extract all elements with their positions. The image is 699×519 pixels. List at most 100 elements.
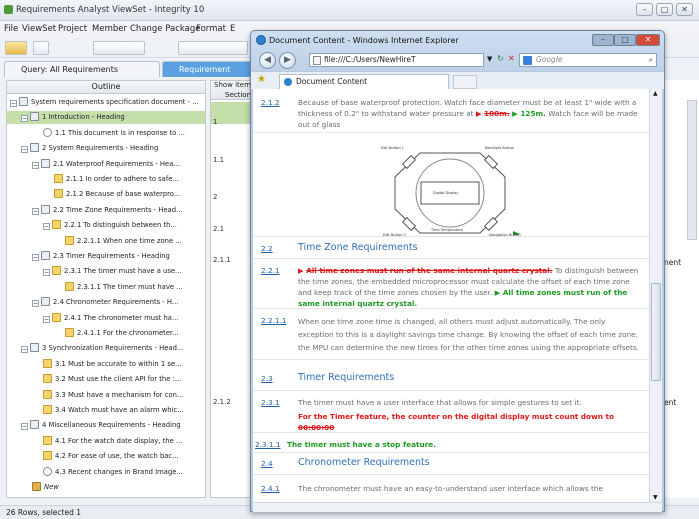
outline-item[interactable]: − 4 Miscellaneous Requirements - Heading	[7, 419, 205, 432]
outline-item[interactable]: 3.1 Must be accurate to within 1 se...	[7, 358, 205, 371]
outline-item[interactable]: 4.3 Recent changes in Brand Image...	[7, 466, 205, 479]
section-number[interactable]: 2.3	[261, 373, 273, 384]
ie-close-button[interactable]: ✕	[636, 34, 660, 46]
refresh-icon[interactable]: ↻	[497, 54, 504, 63]
outline-item[interactable]: − System requirements specification docum…	[7, 96, 205, 109]
ie-minimize-button[interactable]: –	[592, 34, 614, 46]
doc-icon	[19, 97, 28, 106]
new-tab-button[interactable]	[453, 75, 477, 89]
expand-toggle-icon[interactable]: −	[32, 300, 39, 308]
expand-toggle-icon[interactable]: −	[32, 161, 39, 169]
outline-item[interactable]: New	[7, 481, 205, 494]
outline-item[interactable]: 2.2.1.1 When one time zone ...	[7, 235, 205, 248]
grid-cell: 2.1	[213, 225, 225, 233]
menu-project[interactable]: Project	[58, 24, 87, 34]
req-number[interactable]: 2.3.1	[261, 397, 280, 408]
outline-item[interactable]: − 2 System Requirements - Heading	[7, 142, 205, 155]
expand-toggle-icon[interactable]: −	[21, 423, 28, 431]
back-icon[interactable]: ◀	[259, 52, 276, 69]
outline-item[interactable]: − 2.3.1 The timer must have a use...	[7, 265, 205, 278]
grid-section-column[interactable]: 1 1.1 2 2.1 2.1.1 2.1.2	[210, 100, 254, 498]
menu-viewset[interactable]: ViewSet	[22, 24, 56, 34]
toolbar-format-icon[interactable]	[178, 41, 248, 55]
tab-query[interactable]: Query: All Requirements Documents ✕	[4, 61, 160, 89]
ie-vertical-scrollbar[interactable]: ▲ ▼	[649, 89, 662, 502]
scroll-down-icon[interactable]: ▼	[653, 494, 658, 501]
outline-item[interactable]: − 3 Synchronization Requirements - Head..…	[7, 342, 205, 355]
outline-item[interactable]: 2.4.1.1 For the chronometer...	[7, 327, 205, 340]
expand-toggle-icon[interactable]: −	[21, 146, 28, 154]
app-icon	[4, 5, 13, 14]
section-number[interactable]: 2.4	[261, 458, 273, 469]
outline-header[interactable]: Outline	[6, 80, 206, 94]
grid-scrollbar[interactable]	[687, 100, 697, 240]
req-text: ▶ All time zones must run of the same in…	[298, 266, 639, 308]
outline-item[interactable]: − 2.4.1 The chronometer must ha...	[7, 312, 205, 325]
ie-maximize-button[interactable]: □	[614, 34, 636, 46]
scroll-up-icon[interactable]: ▲	[653, 90, 658, 97]
outline-item[interactable]: − 2.2.1 To distinguish between th...	[7, 219, 205, 232]
search-icon[interactable]: ⌕	[649, 54, 653, 66]
stop-icon[interactable]: ✕	[508, 54, 515, 63]
minimize-button[interactable]: –	[636, 3, 653, 16]
outline-item[interactable]: 3.3 Must have a mechanism for con...	[7, 389, 205, 402]
outline-item[interactable]: 3.4 Watch must have an alarm whic...	[7, 404, 205, 417]
req-number[interactable]: 2.2.1.1	[261, 315, 287, 326]
url-input[interactable]: file:///C:/Users/NewHireT	[309, 53, 484, 67]
outline-tree[interactable]: − System requirements specification docum…	[6, 94, 206, 498]
outline-item-label: 4.3 Recent changes in Brand Image...	[55, 467, 183, 476]
outline-item[interactable]: 1.1 This document is in response to ...	[7, 127, 205, 140]
favorites-star-icon[interactable]: ★	[257, 74, 266, 85]
outline-item[interactable]: 4.2 For ease of use, the watch bac...	[7, 450, 205, 463]
outline-item[interactable]: 2.1.1 In order to adhere to safe...	[7, 173, 205, 186]
outline-item[interactable]: 2.3.1.1 The timer must have ...	[7, 281, 205, 294]
expand-toggle-icon[interactable]: −	[43, 223, 50, 231]
expand-toggle-icon[interactable]: −	[32, 207, 39, 215]
section-2-4: 2.4 Chronometer Requirements	[253, 455, 649, 475]
toolbar-folder-icon[interactable]	[33, 41, 49, 55]
req-icon	[43, 451, 52, 461]
menu-file[interactable]: File	[4, 24, 18, 34]
dropdown-icon[interactable]: ▼	[487, 55, 492, 63]
toolbar-home-icon[interactable]	[5, 41, 27, 55]
expand-toggle-icon[interactable]: −	[21, 346, 28, 354]
section-number[interactable]: 2.2	[261, 243, 273, 254]
ie-tab-document-content[interactable]: Document Content	[279, 74, 449, 89]
menu-member[interactable]: Member	[92, 24, 127, 34]
menu-more[interactable]: E	[230, 24, 235, 34]
menu-change-package[interactable]: Change Package	[130, 24, 200, 34]
expand-toggle-icon[interactable]: −	[43, 315, 50, 323]
req-icon	[43, 405, 52, 414]
outline-item[interactable]: − 2.4 Chronometer Requirements - H...	[7, 296, 205, 309]
expand-toggle-icon[interactable]: −	[32, 254, 39, 261]
req-number[interactable]: 2.4.1	[261, 483, 280, 494]
grid-header[interactable]: Show item Section	[210, 80, 254, 100]
req-body: The timer must have a user interface tha…	[298, 398, 582, 407]
maximize-button[interactable]: □	[656, 3, 673, 16]
expand-toggle-icon[interactable]: −	[10, 100, 17, 107]
outline-item[interactable]: − 2.2 Time Zone Requirements - Head...	[7, 204, 205, 217]
close-button[interactable]: ✕	[676, 3, 693, 16]
outline-item[interactable]: − 1 Introduction - Heading	[7, 111, 205, 125]
outline-item[interactable]: 4.1 For the watch date display, the ...	[7, 435, 205, 448]
toolbar-view-icon[interactable]	[93, 41, 145, 55]
ie-horizontal-scrollbar[interactable]	[253, 502, 662, 512]
menu-format[interactable]: Format	[196, 24, 226, 34]
outline-item-label: 3.1 Must be accurate to within 1 se...	[55, 359, 182, 368]
req-number[interactable]: 2.1.2	[261, 97, 280, 108]
forward-icon[interactable]: ▶	[279, 52, 296, 69]
req-icon	[65, 281, 74, 291]
outline-item[interactable]: − 2.3 Timer Requirements - Heading	[7, 250, 205, 263]
outline-item[interactable]: 3.2 Must use the client API for the :...	[7, 373, 205, 386]
search-input[interactable]: Google ⌕	[519, 53, 657, 67]
outline-item[interactable]: − 2.1 Waterproof Requirements - Hea...	[7, 158, 205, 171]
req-number[interactable]: 2.3.1.1	[255, 439, 281, 450]
tab-requirement-document[interactable]: Requirement Docum	[162, 61, 256, 89]
expand-toggle-icon[interactable]: −	[21, 115, 28, 123]
scroll-thumb[interactable]	[651, 283, 661, 381]
outline-item[interactable]: 2.1.2 Because of base waterpro...	[7, 188, 205, 201]
grid-cell: 1.1	[213, 156, 225, 164]
expand-toggle-icon[interactable]: −	[43, 269, 50, 277]
ie-tab-strip: ★ Document Content	[251, 71, 664, 89]
req-number[interactable]: 2.2.1	[261, 265, 280, 276]
